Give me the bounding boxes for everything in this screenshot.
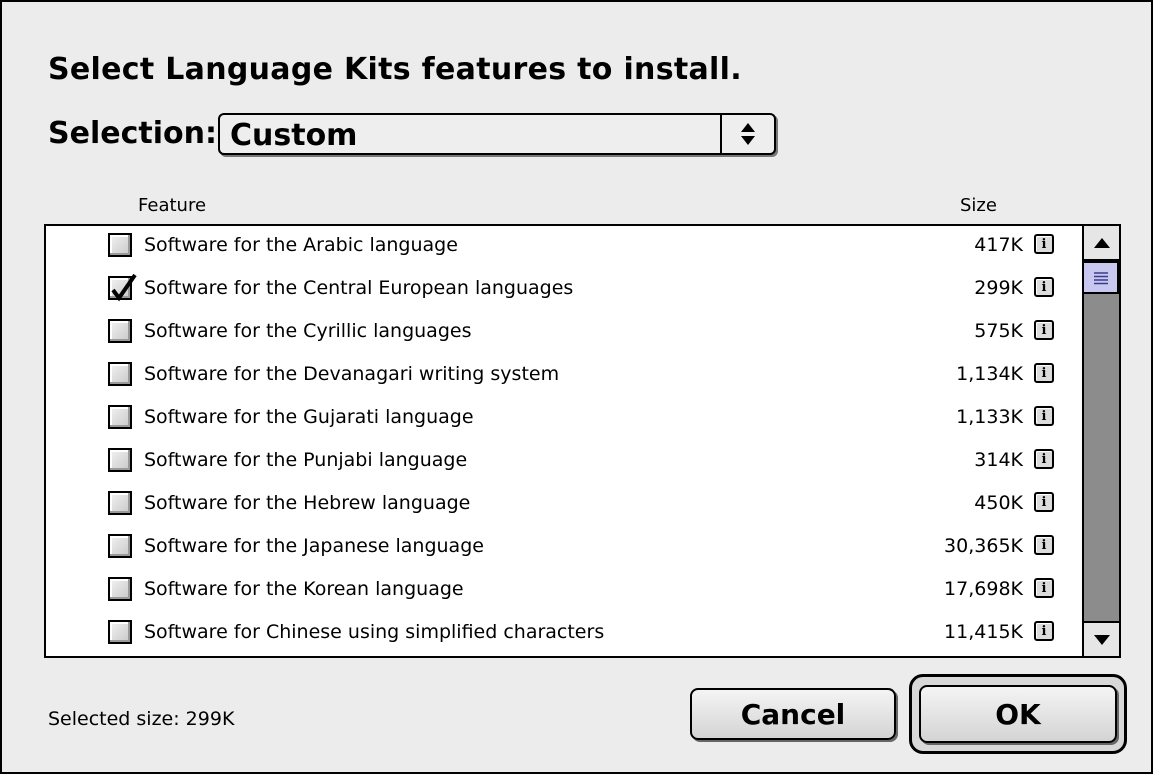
list-item[interactable]: Software for the Japanese language 30,365…	[46, 527, 1083, 570]
info-icon[interactable]: i	[1034, 621, 1054, 641]
scroll-up-arrow-icon[interactable]	[1084, 226, 1119, 261]
feature-checkbox[interactable]	[108, 233, 132, 257]
cancel-button[interactable]: Cancel	[690, 688, 896, 740]
info-icon[interactable]: i	[1034, 363, 1054, 383]
info-icon[interactable]: i	[1034, 234, 1054, 254]
feature-checkbox[interactable]	[108, 448, 132, 472]
info-icon[interactable]: i	[1034, 277, 1054, 297]
feature-label: Software for the Arabic language	[144, 234, 458, 256]
feature-size: 314K	[974, 449, 1023, 471]
list-item[interactable]: Software for the Arabic language 417K i	[46, 226, 1083, 269]
feature-label: Software for the Hebrew language	[144, 492, 471, 514]
info-icon[interactable]: i	[1034, 578, 1054, 598]
feature-column-header: Feature	[138, 195, 207, 216]
feature-checkbox[interactable]	[108, 319, 132, 343]
feature-size: 1,133K	[956, 406, 1023, 428]
feature-label: Software for the Gujarati language	[144, 406, 474, 428]
feature-label: Software for the Central European langua…	[144, 277, 574, 299]
info-icon[interactable]: i	[1034, 320, 1054, 340]
feature-label: Software for the Punjabi language	[144, 449, 468, 471]
feature-checkbox[interactable]	[108, 362, 132, 386]
up-down-arrows-icon	[720, 115, 774, 153]
feature-label: Software for the Cyrillic languages	[144, 320, 472, 342]
ok-button[interactable]: OK	[919, 685, 1117, 743]
info-icon[interactable]: i	[1034, 449, 1054, 469]
selection-label: Selection:	[48, 116, 217, 151]
feature-label: Software for the Japanese language	[144, 535, 484, 557]
feature-size: 11,415K	[944, 621, 1023, 643]
size-column-header: Size	[960, 195, 997, 216]
scroll-down-arrow-icon[interactable]	[1084, 621, 1119, 656]
info-icon[interactable]: i	[1034, 406, 1054, 426]
feature-checkbox[interactable]	[108, 620, 132, 644]
dialog-title: Select Language Kits features to install…	[48, 52, 742, 87]
feature-checkbox[interactable]	[108, 405, 132, 429]
list-item[interactable]: Software for the Punjabi language 314K i	[46, 441, 1083, 484]
feature-size: 17,698K	[944, 578, 1023, 600]
feature-checkbox[interactable]	[108, 577, 132, 601]
feature-checkbox[interactable]	[108, 491, 132, 515]
list-item[interactable]: Software for the Korean language 17,698K i	[46, 570, 1083, 613]
feature-size: 417K	[974, 234, 1023, 256]
checkmark-icon	[111, 273, 137, 302]
scroll-thumb[interactable]	[1084, 261, 1119, 294]
info-icon[interactable]: i	[1034, 492, 1054, 512]
feature-size: 299K	[974, 277, 1023, 299]
feature-size: 450K	[974, 492, 1023, 514]
selection-popup-menu[interactable]: Custom	[218, 113, 776, 155]
list-item[interactable]: Software for Chinese using simplified ch…	[46, 613, 1083, 656]
info-icon[interactable]: i	[1034, 535, 1054, 555]
feature-label: Software for the Devanagari writing syst…	[144, 363, 560, 385]
feature-size: 575K	[974, 320, 1023, 342]
feature-size: 1,134K	[956, 363, 1023, 385]
list-item[interactable]: Software for the Central European langua…	[46, 269, 1083, 312]
selection-value: Custom	[230, 118, 358, 153]
install-dialog: Select Language Kits features to install…	[0, 0, 1153, 774]
feature-checkbox[interactable]	[108, 534, 132, 558]
feature-label: Software for Chinese using simplified ch…	[144, 621, 605, 643]
feature-size: 30,365K	[944, 535, 1023, 557]
list-item[interactable]: Software for the Hebrew language 450K i	[46, 484, 1083, 527]
feature-label: Software for the Korean language	[144, 578, 464, 600]
feature-list-rows: Software for the Arabic language 417K i Sof…	[46, 226, 1083, 656]
list-item[interactable]: Software for the Gujarati language 1,133K…	[46, 398, 1083, 441]
list-item[interactable]: Software for the Cyrillic languages 575K i	[46, 312, 1083, 355]
list-item[interactable]: Software for the Devanagari writing syst…	[46, 355, 1083, 398]
selected-size-text: Selected size: 299K	[48, 708, 235, 730]
feature-list: Software for the Arabic language 417K i Sof…	[44, 224, 1121, 658]
feature-checkbox[interactable]	[108, 273, 137, 302]
vertical-scrollbar[interactable]	[1082, 226, 1119, 656]
